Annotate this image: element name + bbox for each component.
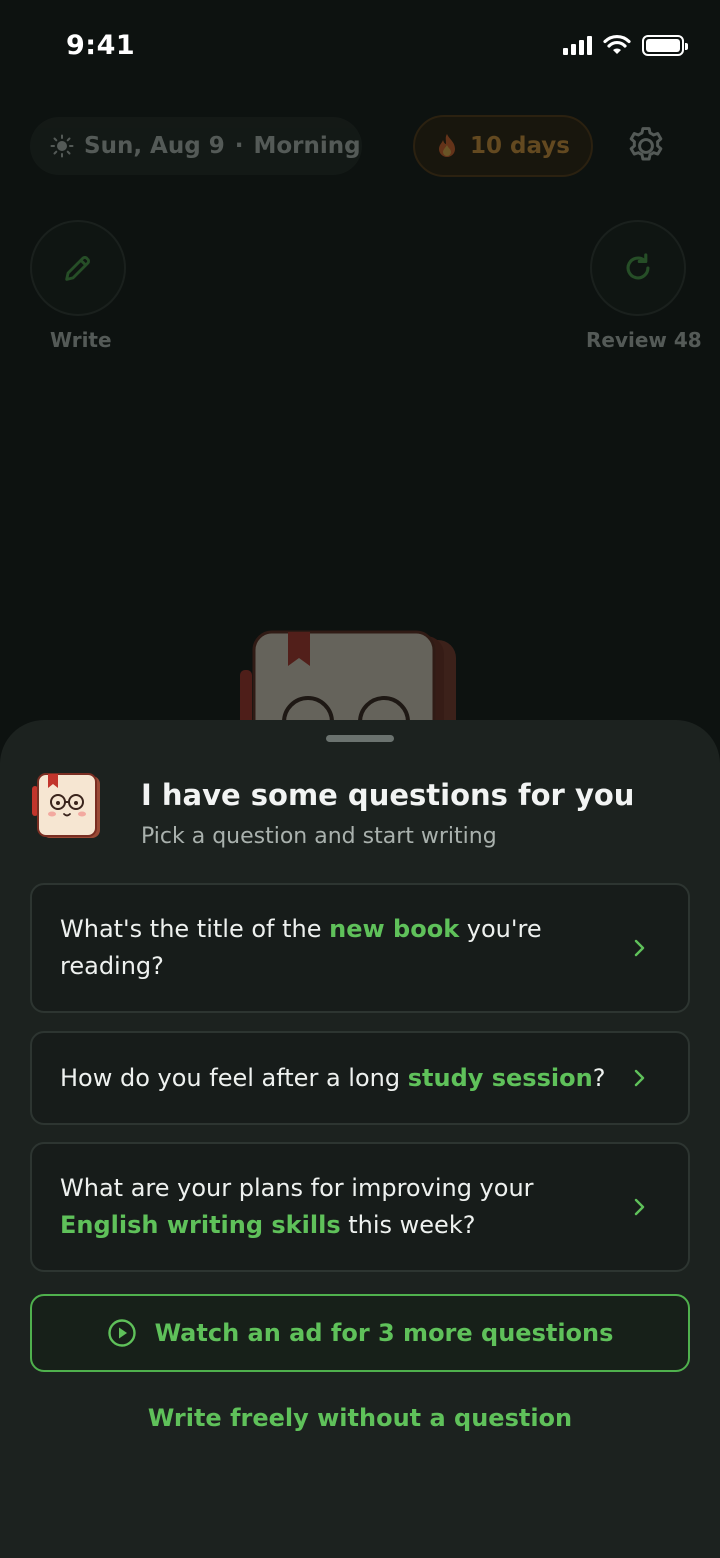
- sheet-subtitle: Pick a question and start writing: [141, 824, 497, 849]
- notebook-mascot-icon: [32, 773, 100, 838]
- pencil-icon: [65, 256, 90, 281]
- write-freely-link[interactable]: Write freely without a question: [0, 1404, 720, 1432]
- fire-icon: [439, 134, 455, 157]
- write-label: Write: [50, 328, 112, 352]
- sheet-drag-handle[interactable]: [326, 735, 394, 742]
- chevron-right-icon: [634, 1198, 645, 1216]
- questions-sheet: I have some questions for you Pick a que…: [0, 720, 720, 1558]
- question-text: How do you feel after a long study sessi…: [60, 1063, 606, 1092]
- app-screen: 9:41 Sun, Aug 9 · Morning 10 days Write …: [0, 0, 720, 1558]
- date-pill[interactable]: Sun, Aug 9 · Morning: [30, 117, 362, 175]
- play-circle-icon: [107, 1319, 136, 1347]
- review-button[interactable]: [590, 220, 686, 316]
- gear-icon[interactable]: [624, 124, 668, 168]
- streak-pill[interactable]: 10 days: [413, 115, 593, 177]
- chevron-right-icon: [634, 1069, 645, 1087]
- review-label: Review 48: [586, 328, 702, 352]
- period-label: Morning: [253, 133, 361, 159]
- streak-label: 10 days: [470, 133, 570, 159]
- date-label: Sun, Aug 9: [84, 133, 225, 159]
- chevron-right-icon: [634, 939, 645, 957]
- question-card-1[interactable]: What's the title of the new book you're …: [30, 883, 690, 1013]
- notebook-mascot-icon: [240, 630, 456, 722]
- question-card-3[interactable]: What are your plans for improving your E…: [30, 1142, 690, 1272]
- watch-ad-label: Watch an ad for 3 more questions: [154, 1319, 614, 1347]
- sun-icon: [50, 134, 74, 158]
- watch-ad-button[interactable]: Watch an ad for 3 more questions: [30, 1294, 690, 1372]
- sheet-title: I have some questions for you: [141, 778, 635, 812]
- write-button[interactable]: [30, 220, 126, 316]
- date-separator: ·: [234, 133, 244, 159]
- question-text: What's the title of the new book you're …: [60, 915, 542, 980]
- question-card-2[interactable]: How do you feel after a long study sessi…: [30, 1031, 690, 1125]
- refresh-icon: [626, 253, 650, 280]
- question-text: What are your plans for improving your E…: [60, 1174, 534, 1239]
